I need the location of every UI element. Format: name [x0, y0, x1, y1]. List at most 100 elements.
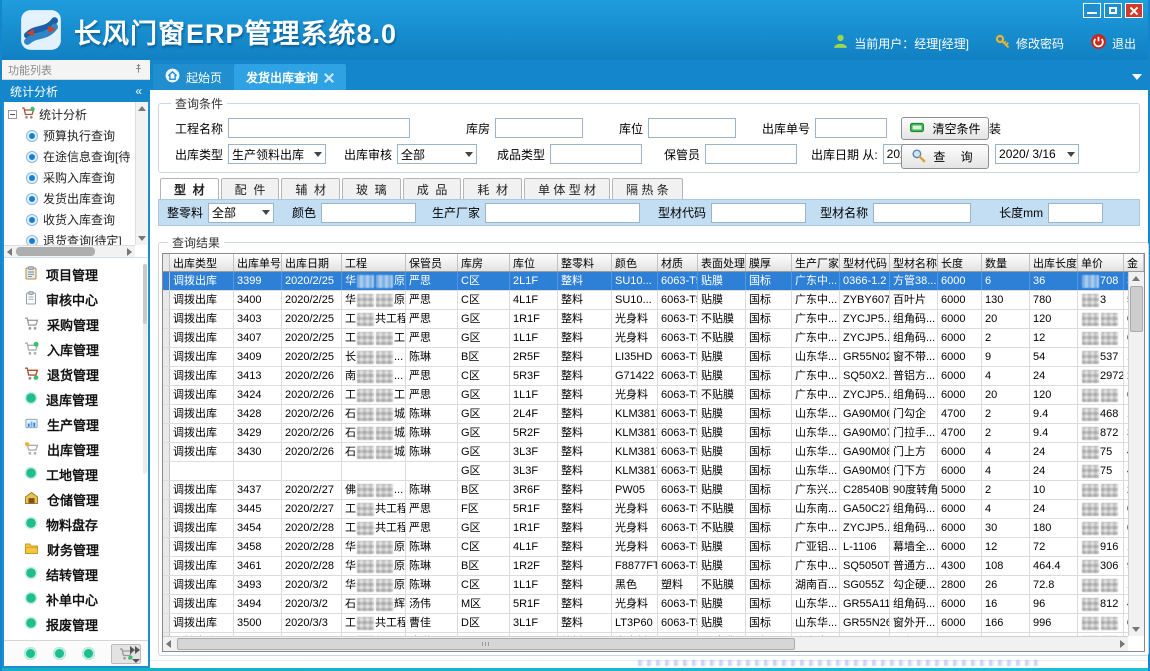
- material-tab-辅材[interactable]: 辅 材: [281, 178, 340, 199]
- change-password-button[interactable]: 修改密码: [995, 34, 1064, 53]
- tab-overflow-chevron-icon[interactable]: [1132, 74, 1142, 80]
- material-tab-成品[interactable]: 成 品: [403, 178, 462, 199]
- sidebar-item-clipboard2-审核中心[interactable]: 审核中心: [4, 287, 148, 312]
- stats-group-header[interactable]: 统计分析 «: [2, 80, 150, 102]
- table-row[interactable]: 调拨出库34092020/2/25长...陈琳B区2R5F整料LI35HD606…: [163, 348, 1128, 367]
- table-row[interactable]: 调拨出库34582020/2/28华原...陈琳C区4L1F整料光身料6063-…: [163, 538, 1128, 557]
- sidebar-item-cart-in-入库管理[interactable]: 入库管理: [4, 337, 148, 362]
- sidebar-item-dot-物料盘存[interactable]: 物料盘存: [4, 512, 148, 537]
- tree-root-stats[interactable]: 统计分析: [6, 104, 134, 125]
- sidebar-item-dot-报废管理[interactable]: 报废管理: [4, 612, 148, 637]
- sidebar-item-chart-生产管理[interactable]: 生产管理: [4, 412, 148, 437]
- sidebar-item-clipboard-项目管理[interactable]: 项目管理: [4, 262, 148, 287]
- table-row[interactable]: 调拨出库34542020/2/28工共工程严思G区1R1F整料光身料6063-T…: [163, 519, 1128, 538]
- sidebar-item-cart-out-出库管理[interactable]: 出库管理: [4, 437, 148, 462]
- sidebar-item-dot-退库管理[interactable]: 退库管理: [4, 387, 148, 412]
- column-header-膜厚[interactable]: 膜厚: [746, 254, 792, 271]
- material-tab-配件[interactable]: 配 件: [221, 178, 280, 199]
- tab-close-icon[interactable]: [324, 72, 334, 82]
- menu-scroll-thumb[interactable]: [143, 264, 147, 324]
- manufacturer-input[interactable]: [485, 203, 640, 223]
- table-row[interactable]: 调拨出库34002020/2/25华原...严思C区4L1F整料SU10...6…: [163, 291, 1128, 310]
- table-row[interactable]: 调拨出库34612020/2/28华原...陈琳B区1R2F整料F8877FT6…: [163, 557, 1128, 576]
- collapse-icon[interactable]: «: [135, 84, 142, 98]
- tree-expander-icon[interactable]: [8, 110, 17, 119]
- tree-hscroll-thumb[interactable]: [16, 247, 95, 256]
- table-row[interactable]: 调拨出库34292020/2/26石城陈琳G区5R2F整料KLM38176063…: [163, 424, 1128, 443]
- column-header-出库类型[interactable]: 出库类型: [170, 254, 234, 271]
- sidebar-item-dot-补单中心[interactable]: 补单中心: [4, 587, 148, 612]
- table-row[interactable]: 调拨出库35002020/3/3工共工程曹佳D区3L1F整料LT3P606063…: [163, 614, 1128, 633]
- scroll-left-icon[interactable]: [166, 640, 171, 648]
- column-header-长度[interactable]: 长度: [938, 254, 982, 271]
- table-row[interactable]: 调拨出库34932020/3/2华原...陈琳C区1L1F整料黑色塑料不贴膜国标…: [163, 576, 1128, 595]
- scroll-right-icon[interactable]: [127, 248, 132, 256]
- maximize-button[interactable]: [1104, 3, 1122, 18]
- pin-icon[interactable]: [133, 63, 144, 77]
- tree-item[interactable]: 在途信息查询[待: [6, 146, 134, 167]
- column-header-型材名称[interactable]: 型材名称: [890, 254, 938, 271]
- column-header-数量[interactable]: 数量: [982, 254, 1030, 271]
- column-header-库位[interactable]: 库位: [510, 254, 558, 271]
- scroll-up-icon[interactable]: [1132, 276, 1140, 281]
- table-row[interactable]: 调拨出库34072020/2/25工工程严思G区1L1F整料光身料6063-T5…: [163, 329, 1128, 348]
- grid-hscroll-thumb[interactable]: [177, 638, 795, 650]
- table-row[interactable]: 调拨出库34242020/2/26工工程严思G区1L1F整料光身料6063-T5…: [163, 386, 1128, 405]
- more-options-chevron-icon[interactable]: [130, 645, 142, 663]
- table-row[interactable]: 调拨出库34132020/2/26南...严思C区5R3F整料G71422606…: [163, 367, 1128, 386]
- table-row[interactable]: 调拨出库34942020/3/2石辉城汤伟M区5R1F整料光身料6063-T5贴…: [163, 595, 1128, 614]
- minimize-button[interactable]: [1083, 3, 1101, 18]
- outbound-type-select[interactable]: 生产领料出库: [228, 144, 326, 164]
- green-dot-icon[interactable]: [82, 647, 95, 660]
- tree-item[interactable]: 退货查询[待定]: [6, 230, 134, 245]
- scroll-right-icon[interactable]: [1120, 640, 1125, 648]
- table-row[interactable]: 调拨出库34372020/2/27佛...陈琳B区3R6F整料PW056063-…: [163, 481, 1128, 500]
- grid-horizontal-scrollbar[interactable]: [163, 636, 1128, 651]
- column-header-库房[interactable]: 库房: [458, 254, 510, 271]
- sidebar-item-dot-结转管理[interactable]: 结转管理: [4, 562, 148, 587]
- material-tab-玻璃[interactable]: 玻 璃: [342, 178, 401, 199]
- column-header-颜色[interactable]: 颜色: [612, 254, 658, 271]
- green-dot-icon[interactable]: [24, 647, 37, 660]
- scroll-down-icon[interactable]: [1132, 627, 1140, 632]
- column-header-表面处理[interactable]: 表面处理: [698, 254, 746, 271]
- color-input[interactable]: [321, 203, 416, 223]
- grid-vscroll-thumb[interactable]: [1130, 286, 1143, 332]
- tab-outbound-query[interactable]: 发货出库查询: [234, 64, 346, 90]
- close-button[interactable]: [1125, 3, 1143, 18]
- scroll-left-icon[interactable]: [7, 248, 12, 256]
- tree-horizontal-scrollbar[interactable]: [4, 245, 135, 257]
- column-header-单价[interactable]: 单价: [1078, 254, 1124, 271]
- table-row[interactable]: 调拨出库33992020/2/25华原...严思C区2L1F整料SU10...6…: [163, 272, 1128, 291]
- column-header-出库日期[interactable]: 出库日期: [282, 254, 342, 271]
- profile-code-input[interactable]: [711, 203, 806, 223]
- audit-select[interactable]: 全部: [397, 144, 477, 164]
- material-tab-单体型材[interactable]: 单 体 型 材: [524, 178, 610, 199]
- sidebar-item-warehouse-仓储管理[interactable]: 仓储管理: [4, 487, 148, 512]
- sidebar-item-dot-工地管理[interactable]: 工地管理: [4, 462, 148, 487]
- column-header-出库长度[interactable]: 出库长度: [1030, 254, 1078, 271]
- logout-button[interactable]: 退出: [1090, 33, 1136, 53]
- column-header-生产厂家[interactable]: 生产厂家: [792, 254, 840, 271]
- date-to-picker[interactable]: 2020/ 3/16: [995, 144, 1079, 164]
- sidebar-item-cart-采购管理[interactable]: 采购管理: [4, 312, 148, 337]
- table-row[interactable]: G区3L3F整料KLM38176063-T5贴膜国标山东华...GA90M09.…: [163, 462, 1128, 481]
- location-input[interactable]: [648, 118, 736, 138]
- tree-item[interactable]: 收货入库查询: [6, 209, 134, 230]
- column-header-型材代码[interactable]: 型材代码: [840, 254, 890, 271]
- column-header-保管员[interactable]: 保管员: [406, 254, 458, 271]
- profile-name-input[interactable]: [873, 203, 971, 223]
- search-button[interactable]: 查 询: [901, 144, 989, 169]
- tree-item[interactable]: 发货出库查询: [6, 188, 134, 209]
- scroll-up-icon[interactable]: [138, 106, 146, 111]
- length-input[interactable]: [1048, 203, 1103, 223]
- material-tab-隔热条[interactable]: 隔 热 条: [612, 178, 683, 199]
- product-type-input[interactable]: [550, 144, 642, 164]
- order-number-input[interactable]: [815, 118, 887, 138]
- green-dot-icon[interactable]: [53, 647, 66, 660]
- column-header-工程[interactable]: 工程: [342, 254, 406, 271]
- column-header-材质[interactable]: 材质: [658, 254, 698, 271]
- column-header-整零料[interactable]: 整零料: [558, 254, 612, 271]
- sidebar-item-cart-return-退货管理[interactable]: 退货管理: [4, 362, 148, 387]
- table-row[interactable]: 调拨出库34032020/2/25工共工程严思G区1R1F整料光身料6063-T…: [163, 310, 1128, 329]
